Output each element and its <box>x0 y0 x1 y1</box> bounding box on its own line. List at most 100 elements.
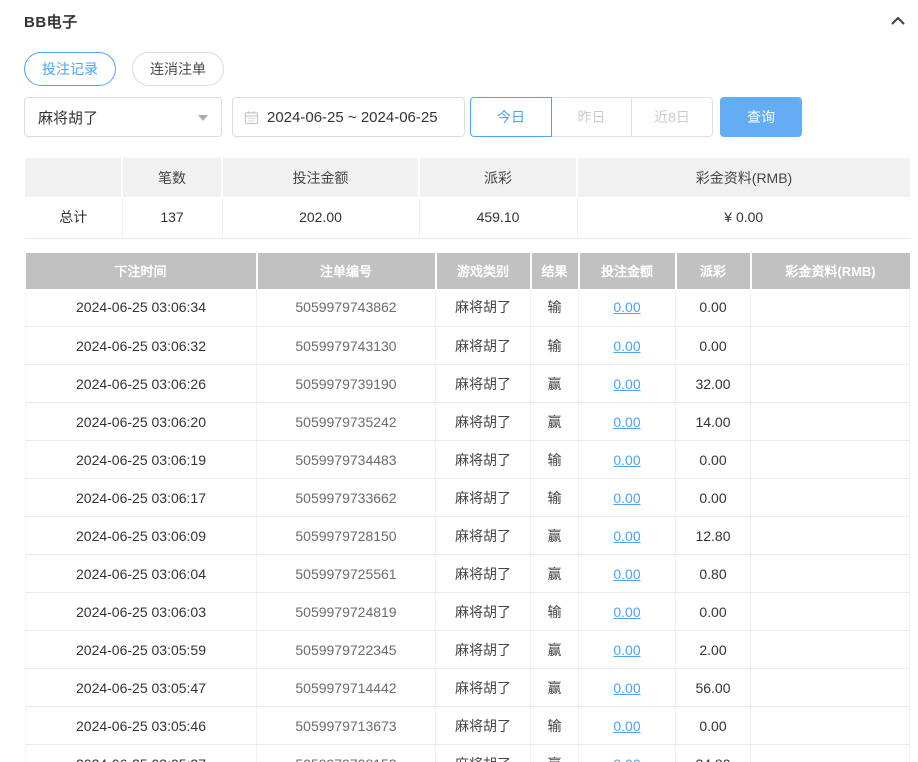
result-cell: 输 <box>530 592 579 631</box>
records-column-header: 投注金额 <box>578 252 677 289</box>
result-cell: 赢 <box>530 364 579 403</box>
summary-col-count: 笔数 <box>122 158 223 197</box>
game-select[interactable]: 麻将胡了 <box>24 97 222 137</box>
result-cell: 赢 <box>530 516 579 555</box>
bonus-cell <box>750 478 910 517</box>
order-number-cell: 5059979725561 <box>256 554 436 593</box>
summary-total-label: 总计 <box>25 197 123 239</box>
bet-amount-link[interactable]: 0.00 <box>613 718 640 734</box>
bet-time-cell: 2024-06-25 03:05:46 <box>25 706 257 745</box>
calendar-icon <box>244 110 259 125</box>
payout-cell: 34.80 <box>675 744 751 762</box>
game-type-cell: 麻将胡了 <box>435 744 531 762</box>
quick-range-last8days-button[interactable]: 近8日 <box>632 97 713 137</box>
table-row: 2024-06-25 03:05:47 5059979714442 麻将胡了赢 0.0… <box>25 668 910 707</box>
bet-time-cell: 2024-06-25 03:06:20 <box>25 402 257 441</box>
bet-amount-link[interactable]: 0.00 <box>613 490 640 506</box>
bet-amount-link[interactable]: 0.00 <box>613 452 640 468</box>
order-number-cell: 5059979724819 <box>256 592 436 631</box>
bet-time-cell: 2024-06-25 03:06:26 <box>25 364 257 403</box>
bet-time-cell: 2024-06-25 03:06:03 <box>25 592 257 631</box>
payout-cell: 14.00 <box>675 402 751 441</box>
search-button[interactable]: 查询 <box>720 97 802 137</box>
bet-amount-link[interactable]: 0.00 <box>613 528 640 544</box>
result-cell: 输 <box>530 440 579 479</box>
bet-amount-link[interactable]: 0.00 <box>613 376 640 392</box>
result-cell: 赢 <box>530 554 579 593</box>
table-row: 2024-06-25 03:06:19 5059979734483 麻将胡了输 0.0… <box>25 440 910 479</box>
bet-amount-link[interactable]: 0.00 <box>613 414 640 430</box>
chevron-up-icon[interactable] <box>886 10 910 32</box>
summary-col-bet-amount: 投注金额 <box>222 158 420 197</box>
bet-time-cell: 2024-06-25 03:05:47 <box>25 668 257 707</box>
quick-range-group: 今日 昨日 近8日 <box>470 97 713 137</box>
game-type-cell: 麻将胡了 <box>435 554 531 593</box>
quick-range-yesterday-button[interactable]: 昨日 <box>552 97 632 137</box>
order-number-cell: 5059979722345 <box>256 630 436 669</box>
bonus-cell <box>750 554 910 593</box>
table-row: 2024-06-25 03:06:03 5059979724819 麻将胡了输 0.0… <box>25 592 910 631</box>
bonus-cell <box>750 630 910 669</box>
table-row: 2024-06-25 03:06:17 5059979733662 麻将胡了输 0.0… <box>25 478 910 517</box>
payout-cell: 56.00 <box>675 668 751 707</box>
records-column-header: 彩金资料(RMB) <box>750 252 910 289</box>
game-type-cell: 麻将胡了 <box>435 706 531 745</box>
payout-cell: 0.00 <box>675 478 751 517</box>
bet-amount-link[interactable]: 0.00 <box>613 756 640 762</box>
bet-time-cell: 2024-06-25 03:06:32 <box>25 326 257 365</box>
panel-header: BB电子 <box>0 0 918 32</box>
date-range-input[interactable]: 2024-06-25 ~ 2024-06-25 <box>232 97 465 137</box>
bonus-cell <box>750 402 910 441</box>
summary-col-blank <box>25 158 123 197</box>
bet-amount-link[interactable]: 0.00 <box>613 642 640 658</box>
records-column-header: 派彩 <box>675 252 752 289</box>
bet-records-panel: BB电子 投注记录 连消注单 麻将胡了 2024-06-25 ~ 2024-06… <box>0 0 918 762</box>
table-row: 2024-06-25 03:05:375059979708152麻将胡了赢 0.0… <box>25 744 910 762</box>
game-type-cell: 麻将胡了 <box>435 478 531 517</box>
order-number-cell: 5059979734483 <box>256 440 436 479</box>
tab-bet-records[interactable]: 投注记录 <box>24 52 116 86</box>
bet-amount-link[interactable]: 0.00 <box>613 680 640 696</box>
tab-cancelled-orders[interactable]: 连消注单 <box>132 52 224 86</box>
summary-col-bonus: 彩金资料(RMB) <box>577 158 910 197</box>
summary-total-bet-amount: 202.00 <box>222 197 420 239</box>
payout-cell: 0.00 <box>675 440 751 479</box>
records-column-header: 结果 <box>530 252 580 289</box>
bet-amount-cell: 0.00 <box>578 516 676 555</box>
bet-amount-cell: 0.00 <box>578 364 676 403</box>
date-range-value: 2024-06-25 ~ 2024-06-25 <box>267 108 438 126</box>
bet-amount-link[interactable]: 0.00 <box>613 299 640 315</box>
bet-amount-link[interactable]: 0.00 <box>613 566 640 582</box>
bet-amount-link[interactable]: 0.00 <box>613 604 640 620</box>
result-cell: 输 <box>530 326 579 365</box>
game-type-cell: 麻将胡了 <box>435 630 531 669</box>
bet-time-cell: 2024-06-25 03:05:37 <box>25 744 257 762</box>
order-number-cell: 5059979733662 <box>256 478 436 517</box>
payout-cell: 2.00 <box>675 630 751 669</box>
payout-cell: 32.00 <box>675 364 751 403</box>
records-table: 下注时间 注单编号 游戏类别 结果 投注金额 派彩 彩金资料(RMB) 2024-06-25… <box>25 252 910 762</box>
table-row: 2024-06-25 03:06:04 5059979725561 麻将胡了赢 0.0… <box>25 554 910 593</box>
order-number-cell: 5059979713673 <box>256 706 436 745</box>
bonus-cell <box>750 668 910 707</box>
game-type-cell: 麻将胡了 <box>435 288 531 327</box>
table-row: 2024-06-25 03:05:59 5059979722345 麻将胡了赢 0.0… <box>25 630 910 669</box>
bonus-cell <box>750 440 910 479</box>
records-column-header: 游戏类别 <box>435 252 532 289</box>
bet-amount-link[interactable]: 0.00 <box>613 338 640 354</box>
game-select-value: 麻将胡了 <box>38 109 99 127</box>
bet-amount-cell: 0.00 <box>578 326 676 365</box>
summary-total-row: 总计 137 202.00 459.10 ¥ 0.00 <box>25 197 910 239</box>
bet-time-cell: 2024-06-25 03:06:09 <box>25 516 257 555</box>
quick-range-today-button[interactable]: 今日 <box>470 97 552 137</box>
summary-total-bonus: ¥ 0.00 <box>577 197 910 239</box>
table-row: 2024-06-25 03:06:34 5059979743862 麻将胡了输 0.0… <box>25 288 910 327</box>
game-type-cell: 麻将胡了 <box>435 516 531 555</box>
bet-amount-cell: 0.00 <box>578 440 676 479</box>
game-type-cell: 麻将胡了 <box>435 668 531 707</box>
summary-col-payout: 派彩 <box>419 158 578 197</box>
table-row: 2024-06-25 03:05:46 5059979713673 麻将胡了输 0.0… <box>25 706 910 745</box>
order-number-cell: 5059979714442 <box>256 668 436 707</box>
game-type-cell: 麻将胡了 <box>435 402 531 441</box>
order-number-cell: 5059979743862 <box>256 288 436 327</box>
